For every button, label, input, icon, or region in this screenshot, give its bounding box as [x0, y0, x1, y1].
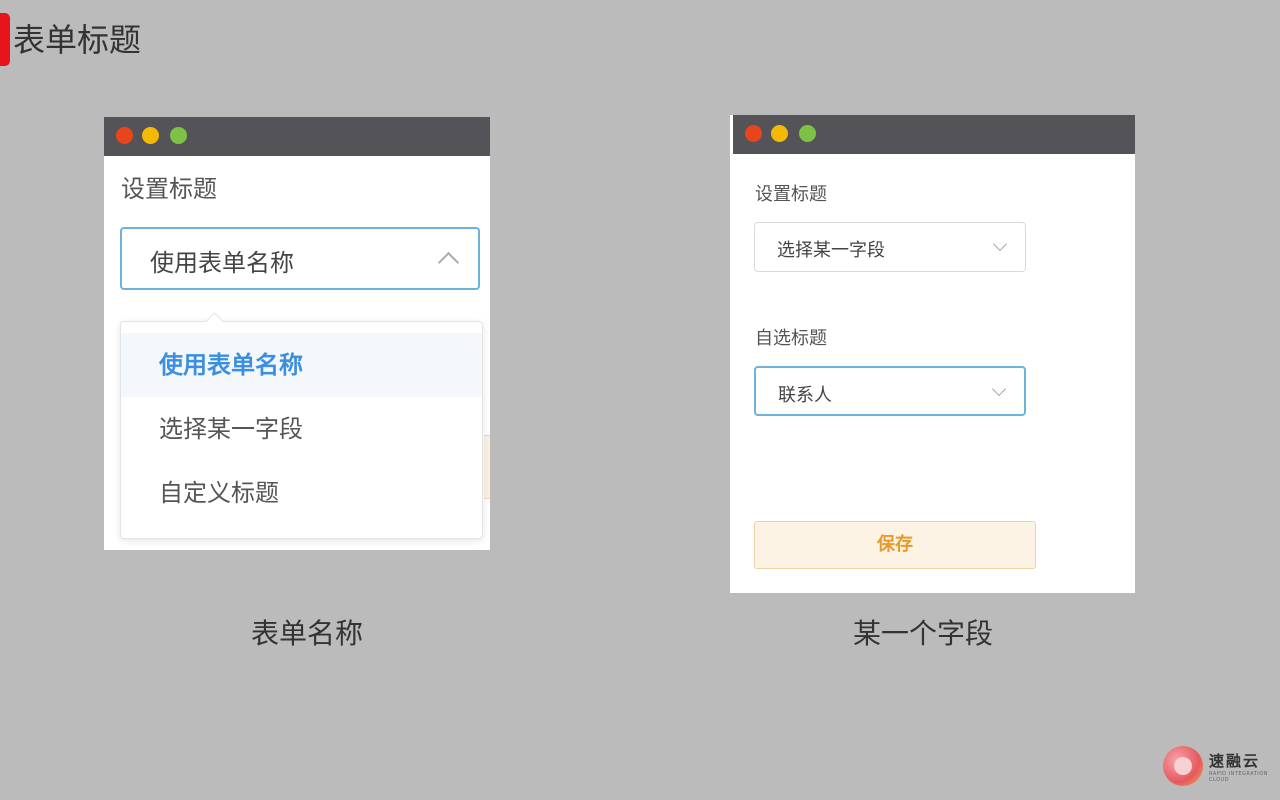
select-value: 选择某一字段	[777, 240, 885, 261]
right-caption: 某一个字段	[853, 617, 994, 650]
slide-title: 表单标题	[13, 21, 142, 59]
save-button[interactable]: 保存	[754, 521, 1036, 569]
logo-subtext: RAPID INTEGRATION CLOUD	[1209, 771, 1268, 783]
field-window: 设置标题 选择某一字段 自选标题 联系人 保存	[730, 115, 1135, 593]
left-caption: 表单名称	[251, 617, 364, 650]
set-title-label: 设置标题	[755, 184, 827, 205]
minimize-window-icon[interactable]	[142, 127, 159, 144]
option-custom-title[interactable]: 自定义标题	[121, 461, 482, 525]
dropdown-pointer	[205, 312, 224, 331]
maximize-window-icon[interactable]	[799, 125, 816, 142]
logo-text: 速融云	[1209, 752, 1261, 770]
chevron-down-icon	[992, 236, 1008, 252]
window-titlebar	[733, 115, 1135, 154]
title-source-select[interactable]: 选择某一字段	[754, 222, 1026, 272]
select-value: 使用表单名称	[150, 249, 294, 277]
custom-title-label: 自选标题	[755, 328, 827, 349]
chevron-down-icon	[991, 381, 1007, 397]
title-source-dropdown: 使用表单名称 选择某一字段 自定义标题	[120, 312, 483, 539]
field-select[interactable]: 联系人	[754, 366, 1026, 416]
logo-mark-icon	[1163, 746, 1203, 786]
option-select-field[interactable]: 选择某一字段	[121, 397, 482, 461]
close-window-icon[interactable]	[745, 125, 762, 142]
title-accent-bar	[0, 13, 10, 66]
window-titlebar	[104, 117, 490, 156]
brand-logo: 速融云 RAPID INTEGRATION CLOUD	[1163, 744, 1273, 788]
select-value: 联系人	[778, 385, 832, 406]
set-title-label: 设置标题	[121, 175, 217, 203]
maximize-window-icon[interactable]	[170, 127, 187, 144]
minimize-window-icon[interactable]	[771, 125, 788, 142]
chevron-up-icon	[437, 251, 460, 274]
option-use-form-name[interactable]: 使用表单名称	[121, 333, 482, 397]
title-source-select[interactable]: 使用表单名称	[120, 227, 480, 290]
close-window-icon[interactable]	[116, 127, 133, 144]
form-name-window: 设置标题 使用表单名称 使用表单名称 选择某一字段 自定义标题	[104, 117, 490, 550]
obscured-button-edge	[484, 435, 490, 499]
